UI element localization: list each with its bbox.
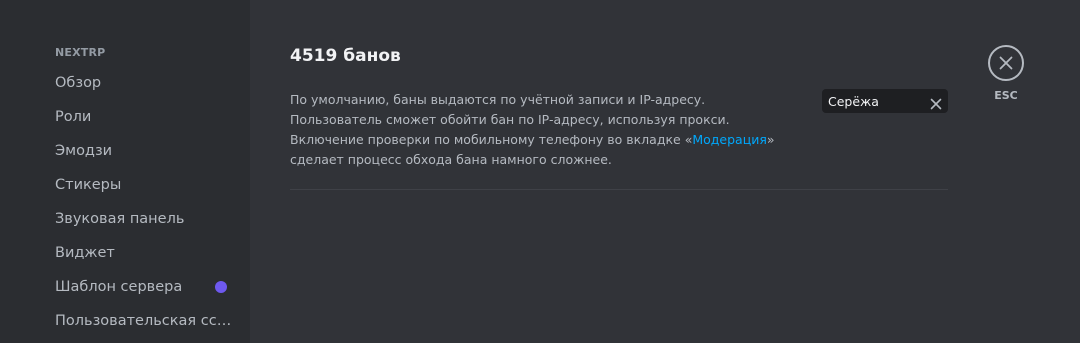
sidebar-item-vanity-url[interactable]: Пользовательская ссылка xyxy=(55,306,237,336)
sidebar-item-roles[interactable]: Роли xyxy=(55,102,237,132)
sidebar-item-emoji[interactable]: Эмодзи xyxy=(55,136,237,166)
sidebar: NEXTRP Обзор Роли Эмодзи Стикеры Звукова… xyxy=(0,0,250,343)
close-icon[interactable] xyxy=(930,95,942,110)
sidebar-item-label: Шаблон сервера xyxy=(55,279,183,295)
settings-window: NEXTRP Обзор Роли Эмодзи Стикеры Звукова… xyxy=(0,0,1080,343)
new-badge-dot xyxy=(215,281,227,293)
moderation-link[interactable]: Модерация xyxy=(692,132,767,147)
sidebar-item-soundboard[interactable]: Звуковая панель xyxy=(55,204,237,234)
ban-search-box xyxy=(822,89,948,113)
description-text-start: По умолчанию, баны выдаются по учётной з… xyxy=(290,92,730,147)
sidebar-item-overview[interactable]: Обзор xyxy=(55,68,237,98)
esc-label: ESC xyxy=(994,89,1018,102)
bans-panel: 4519 банов По умолчанию, баны выдаются п… xyxy=(250,0,1080,343)
close-icon xyxy=(999,56,1013,70)
ban-search-input[interactable] xyxy=(828,92,924,110)
esc-close-button[interactable] xyxy=(988,45,1024,81)
divider xyxy=(290,189,948,190)
sidebar-item-stickers[interactable]: Стикеры xyxy=(55,170,237,200)
sidebar-item-server-template[interactable]: Шаблон сервера xyxy=(55,272,237,302)
close-settings: ESC xyxy=(988,45,1024,102)
page-title: 4519 банов xyxy=(290,46,401,66)
bans-description: По умолчанию, баны выдаются по учётной з… xyxy=(290,90,790,170)
sidebar-header: NEXTRP xyxy=(55,46,106,59)
sidebar-item-widget[interactable]: Виджет xyxy=(55,238,237,268)
